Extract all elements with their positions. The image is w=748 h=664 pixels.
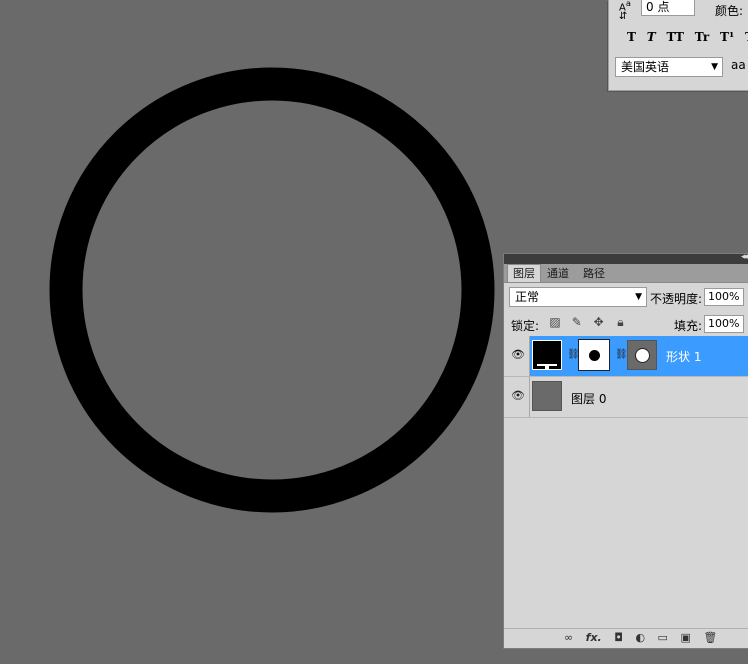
tab-layers[interactable]: 图层	[507, 264, 541, 282]
lock-pixels-icon[interactable]: ✎	[568, 315, 586, 329]
mask-icon[interactable]: ◘	[614, 631, 623, 644]
character-panel: Aa⇵ 0 点 颜色: T T TT Tr T¹ T 美国英语 ▼ aa	[608, 0, 748, 91]
type-style-buttons: T T TT Tr T¹ T	[627, 30, 748, 44]
link-icon[interactable]: ⛓	[615, 349, 628, 360]
lock-options: ▨ ✎ ✥ 🔒︎	[546, 315, 629, 330]
group-icon[interactable]: ▭	[658, 631, 668, 644]
tab-channels[interactable]: 通道	[542, 265, 574, 282]
eye-icon[interactable]: 👁︎	[511, 349, 525, 361]
lock-all-icon[interactable]: 🔒︎	[611, 315, 629, 330]
faux-italic-button[interactable]: T	[647, 30, 656, 44]
anti-alias-icon[interactable]: aa	[731, 58, 746, 72]
link-layers-icon[interactable]: ∞	[564, 631, 573, 644]
visibility-column: 👁︎	[504, 377, 530, 417]
layers-bottom-toolbar: ∞ fx. ◘ ◐ ▭ ▣ 🗑	[504, 628, 748, 651]
eye-icon[interactable]: 👁︎	[511, 390, 525, 402]
vector-mask-thumbnail[interactable]	[627, 340, 657, 370]
layer-mask-thumbnail[interactable]	[578, 339, 610, 371]
layer-row-layer-0[interactable]: 👁︎ 图层 0	[504, 376, 748, 418]
opacity-field[interactable]: 100%	[704, 288, 744, 306]
layer-thumbnail[interactable]	[532, 381, 562, 411]
layer-row-shape-1[interactable]: 👁︎ ⛓ ⛓ 形状 1	[504, 336, 748, 376]
kerning-icon: Aa ⇵	[619, 0, 631, 23]
fill-label: 填充:	[674, 319, 703, 333]
fill-field[interactable]: 100%	[704, 315, 744, 333]
color-label: 颜色:	[715, 4, 744, 18]
opacity-label: 不透明度:	[650, 292, 703, 306]
collapse-icon[interactable]: ◂◂	[741, 252, 748, 262]
panel-tabs: 图层 通道 路径	[504, 264, 748, 283]
panel-titlebar[interactable]: ◂◂	[504, 252, 748, 264]
visibility-column: 👁︎	[504, 336, 530, 376]
small-caps-button[interactable]: Tr	[695, 30, 709, 44]
lock-transparency-icon[interactable]: ▨	[546, 315, 564, 329]
toolbar-icons: ∞ fx. ◘ ◐ ▭ ▣ 🗑	[564, 631, 726, 644]
new-layer-icon[interactable]: ▣	[680, 631, 690, 644]
lock-position-icon[interactable]: ✥	[590, 315, 608, 329]
layer-name[interactable]: 形状 1	[666, 348, 701, 365]
chevron-down-icon: ▼	[711, 62, 718, 72]
language-value: 美国英语	[621, 60, 670, 74]
fill-thumbnail[interactable]	[532, 340, 562, 370]
blend-mode-select[interactable]: 正常 ▼	[509, 287, 647, 307]
layers-panel: ◂◂ 图层 通道 路径 正常 ▼ 不透明度: 100% 锁定: ▨ ✎ ✥ 🔒︎…	[503, 252, 748, 651]
superscript-button[interactable]: T¹	[720, 30, 734, 44]
blend-mode-value: 正常	[515, 290, 540, 304]
lock-label: 锁定:	[511, 319, 540, 333]
language-select[interactable]: 美国英语 ▼	[615, 57, 723, 77]
adjustment-icon[interactable]: ◐	[635, 631, 645, 644]
trash-icon[interactable]: 🗑	[703, 631, 717, 644]
link-icon[interactable]: ⛓	[567, 349, 580, 360]
fx-icon[interactable]: fx.	[586, 631, 602, 644]
chevron-down-icon: ▼	[635, 292, 642, 302]
faux-bold-button[interactable]: T	[627, 30, 636, 44]
kerning-field[interactable]: 0 点	[641, 0, 695, 16]
layer-name[interactable]: 图层 0	[571, 390, 606, 407]
all-caps-button[interactable]: TT	[667, 30, 684, 44]
tab-paths[interactable]: 路径	[578, 265, 610, 282]
